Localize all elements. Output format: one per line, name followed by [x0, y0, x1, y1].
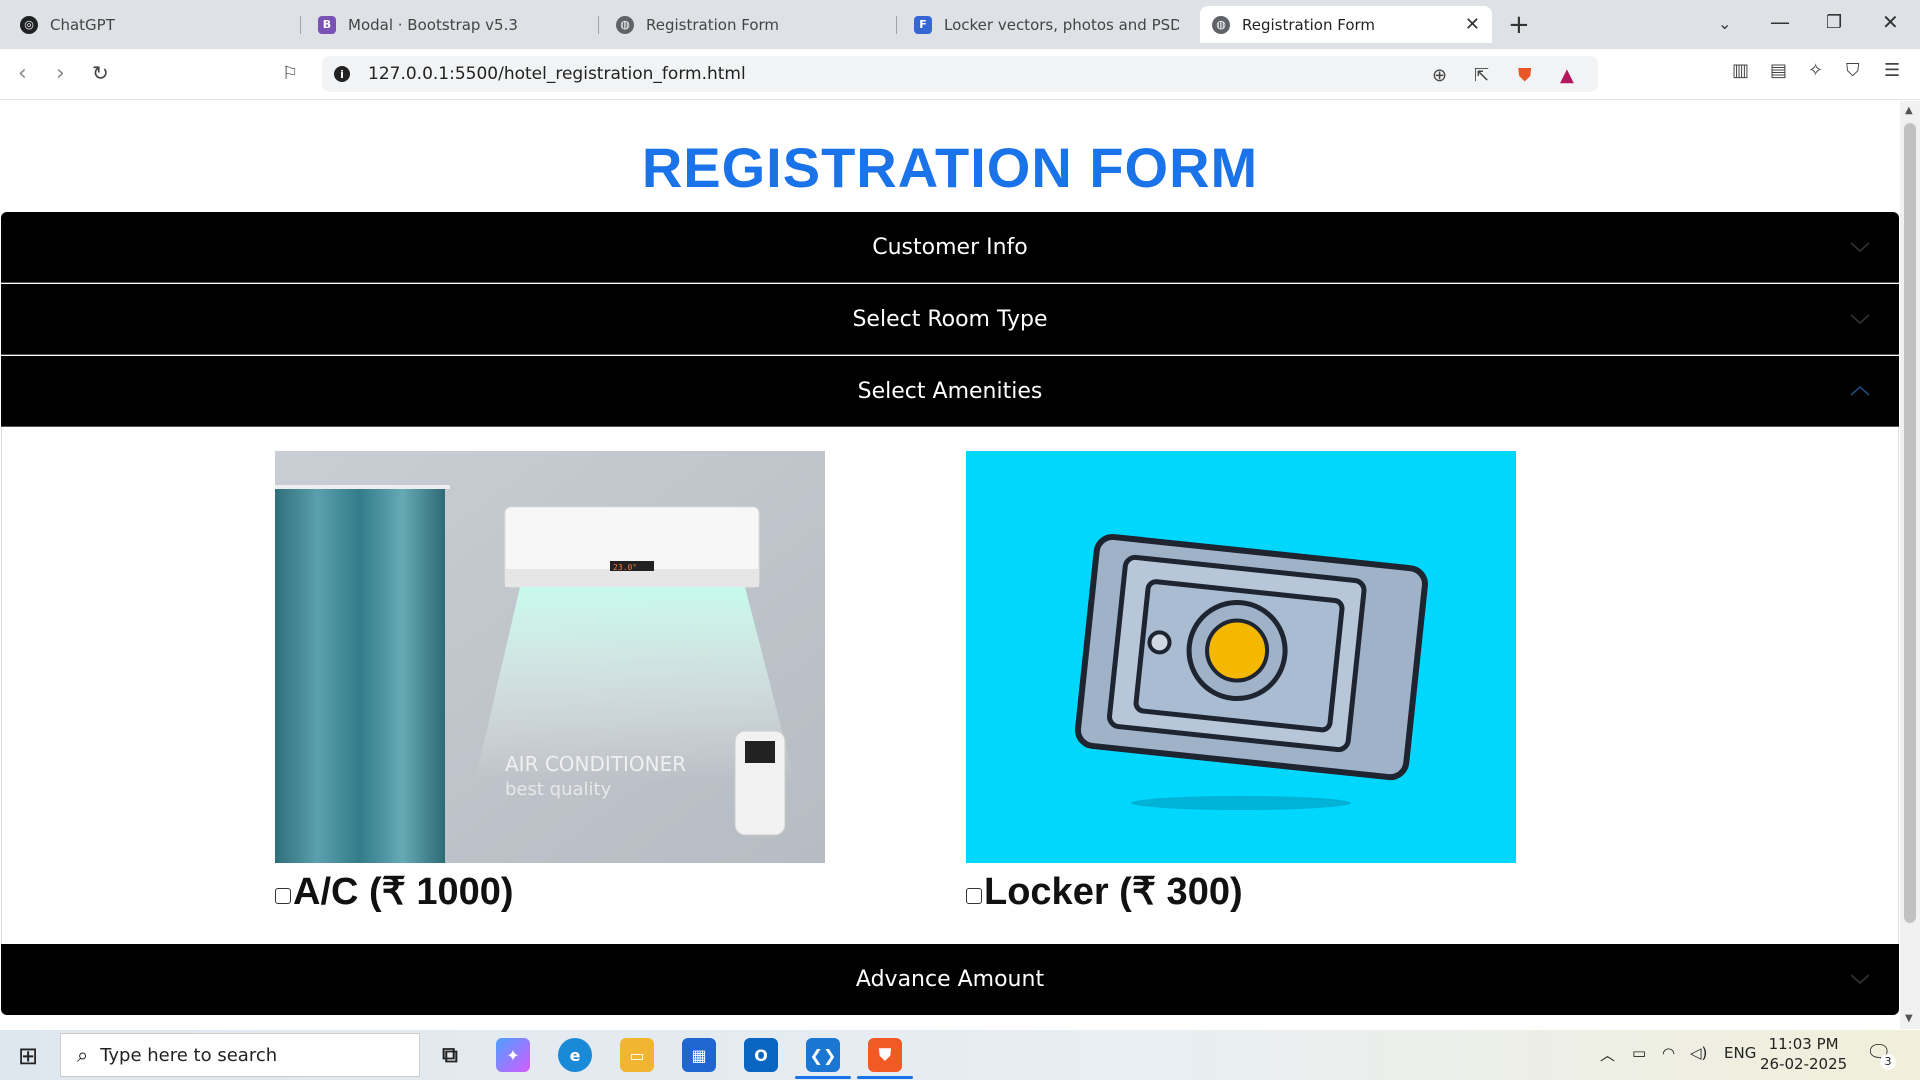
search-icon: ⌕	[77, 1043, 89, 1067]
globe-icon: ◍	[1212, 15, 1230, 34]
locker-checkbox[interactable]	[966, 887, 982, 904]
wifi-icon[interactable]: ◠	[1662, 1044, 1675, 1062]
zoom-icon[interactable]: ⊕	[1432, 65, 1447, 86]
tab-title: Registration Form	[1242, 15, 1376, 34]
tab-title: Registration Form	[646, 15, 780, 34]
restore-window-button[interactable]: ❐	[1826, 12, 1842, 33]
page-title: REGISTRATION FORM	[641, 136, 1259, 199]
reload-button[interactable]: ↻	[92, 61, 109, 85]
share-icon[interactable]: ⇱	[1474, 65, 1489, 86]
brave-shields-icon[interactable]: ⛊	[1518, 65, 1532, 86]
site-info-icon[interactable]: i	[334, 66, 350, 82]
tab-chatgpt[interactable]: ◎ ChatGPT	[8, 6, 298, 43]
accordion-label: Select Amenities	[857, 378, 1043, 404]
accordion-select-room-type[interactable]: Select Room Type	[1, 284, 1899, 355]
amenity-locker-card: Locker (₹ 300)	[966, 451, 1516, 914]
accordion-label: Advance Amount	[855, 967, 1045, 992]
ac-label: A/C (₹ 1000)	[293, 871, 514, 913]
accordion-customer-info[interactable]: Customer Info	[1, 212, 1899, 283]
tab-registration-form-active[interactable]: ◍ Registration Form ✕	[1200, 6, 1492, 43]
locker-image	[966, 451, 1516, 863]
show-hidden-icons-icon[interactable]: ︿	[1600, 1044, 1615, 1065]
back-button[interactable]: ‹	[18, 61, 27, 86]
wallet-icon[interactable]: ▤	[1770, 60, 1787, 81]
windows-start-icon[interactable]: ⊞	[18, 1042, 38, 1070]
globe-icon: ◍	[616, 15, 634, 34]
vpn-icon[interactable]: ⛉	[1846, 60, 1860, 81]
brave-rewards-icon[interactable]: ▲	[1560, 65, 1574, 86]
edge-icon[interactable]: e	[558, 1038, 592, 1072]
tab-registration-form-1[interactable]: ◍ Registration Form	[604, 6, 894, 43]
outlook-icon[interactable]: O	[744, 1038, 778, 1072]
page-scrollbar[interactable]: ▲ ▼	[1900, 101, 1920, 1029]
new-tab-button[interactable]: +	[1508, 10, 1530, 40]
file-explorer-icon[interactable]: ▭	[620, 1038, 654, 1072]
scroll-thumb[interactable]	[1904, 123, 1916, 923]
brave-active-indicator	[857, 1076, 913, 1079]
chatgpt-favicon-icon: ◎	[20, 15, 38, 34]
freepik-favicon-icon: F	[914, 15, 932, 34]
tab-search-chevron-icon[interactable]: ⌄	[1718, 14, 1731, 33]
close-window-button[interactable]: ✕	[1882, 10, 1899, 34]
forward-button[interactable]: ›	[56, 61, 65, 86]
ac-display-text: 23.0°	[613, 563, 637, 572]
volume-icon[interactable]: ◁)	[1690, 1044, 1707, 1062]
task-view-icon[interactable]: ⧉	[433, 1038, 467, 1072]
bookmark-icon[interactable]: ⚐	[282, 63, 298, 84]
amenity-ac-card: AIR CONDITIONER best quality 23.0° A/C (…	[275, 451, 825, 914]
notification-count-badge: 3	[1880, 1054, 1896, 1070]
vscode-active-indicator	[795, 1076, 851, 1079]
page-viewport: REGISTRATION FORM Customer Info Select R…	[0, 101, 1900, 1029]
clock-time: 11:03 PM	[1768, 1035, 1839, 1053]
chevron-up-icon	[1850, 385, 1870, 396]
ac-image: AIR CONDITIONER best quality 23.0°	[275, 451, 825, 863]
close-tab-icon[interactable]: ✕	[1465, 14, 1480, 35]
chevron-down-icon	[1850, 314, 1870, 325]
search-placeholder: Type here to search	[100, 1044, 278, 1066]
ac-image-caption: AIR CONDITIONER	[505, 752, 686, 776]
ac-checkbox[interactable]	[275, 887, 291, 904]
copilot-icon[interactable]: ✦	[496, 1038, 530, 1072]
tab-locker-vectors[interactable]: F Locker vectors, photos and PSD files	[902, 6, 1192, 43]
address-bar[interactable]: i 127.0.0.1:5500/hotel_registration_form…	[322, 56, 1598, 92]
language-indicator[interactable]: ENG	[1724, 1044, 1756, 1062]
taskbar-search-input[interactable]: ⌕ Type here to search	[60, 1033, 420, 1077]
clock[interactable]: 11:03 PM 26-02-2025	[1760, 1034, 1847, 1074]
minimize-window-button[interactable]: —	[1770, 10, 1790, 34]
chevron-down-icon	[1850, 242, 1870, 253]
url-text: 127.0.0.1:5500/hotel_registration_form.h…	[368, 64, 746, 84]
bootstrap-favicon-icon: B	[318, 15, 336, 34]
scroll-down-icon[interactable]: ▼	[1905, 1013, 1913, 1024]
windows-taskbar: ⊞ ⌕ Type here to search ⧉ ✦ e ▭ ▦ O ❮❯ ⛊…	[0, 1030, 1920, 1080]
browser-tab-strip: ◎ ChatGPT B Modal · Bootstrap v5.3 ◍ Reg…	[0, 0, 1920, 49]
sidebar-toggle-icon[interactable]: ▥	[1732, 60, 1749, 81]
tab-title: Modal · Bootstrap v5.3	[348, 15, 518, 34]
scroll-up-icon[interactable]: ▲	[1905, 105, 1913, 116]
clock-date: 26-02-2025	[1760, 1055, 1848, 1073]
tab-title: Locker vectors, photos and PSD files	[944, 15, 1179, 34]
menu-icon[interactable]: ☰	[1884, 60, 1900, 81]
leo-ai-icon[interactable]: ✧	[1808, 60, 1823, 81]
brave-browser-icon[interactable]: ⛊	[868, 1038, 902, 1072]
ac-image-subcaption: best quality	[505, 779, 612, 800]
accordion-label: Select Room Type	[852, 306, 1048, 332]
accordion-select-amenities[interactable]: Select Amenities	[1, 356, 1899, 427]
vscode-icon[interactable]: ❮❯	[806, 1038, 840, 1072]
accordion-label: Customer Info	[872, 234, 1028, 260]
tab-bootstrap-modal[interactable]: B Modal · Bootstrap v5.3	[306, 6, 596, 43]
chevron-down-icon	[1850, 974, 1870, 985]
accordion-advance-amount[interactable]: Advance Amount	[1, 944, 1899, 1015]
locker-label: Locker (₹ 300)	[984, 871, 1243, 913]
battery-icon[interactable]: ▭	[1632, 1044, 1646, 1062]
microsoft-store-icon[interactable]: ▦	[682, 1038, 716, 1072]
browser-toolbar: ‹ › ↻ ⚐ i 127.0.0.1:5500/hotel_registrat…	[0, 49, 1920, 100]
tab-title: ChatGPT	[50, 15, 115, 34]
